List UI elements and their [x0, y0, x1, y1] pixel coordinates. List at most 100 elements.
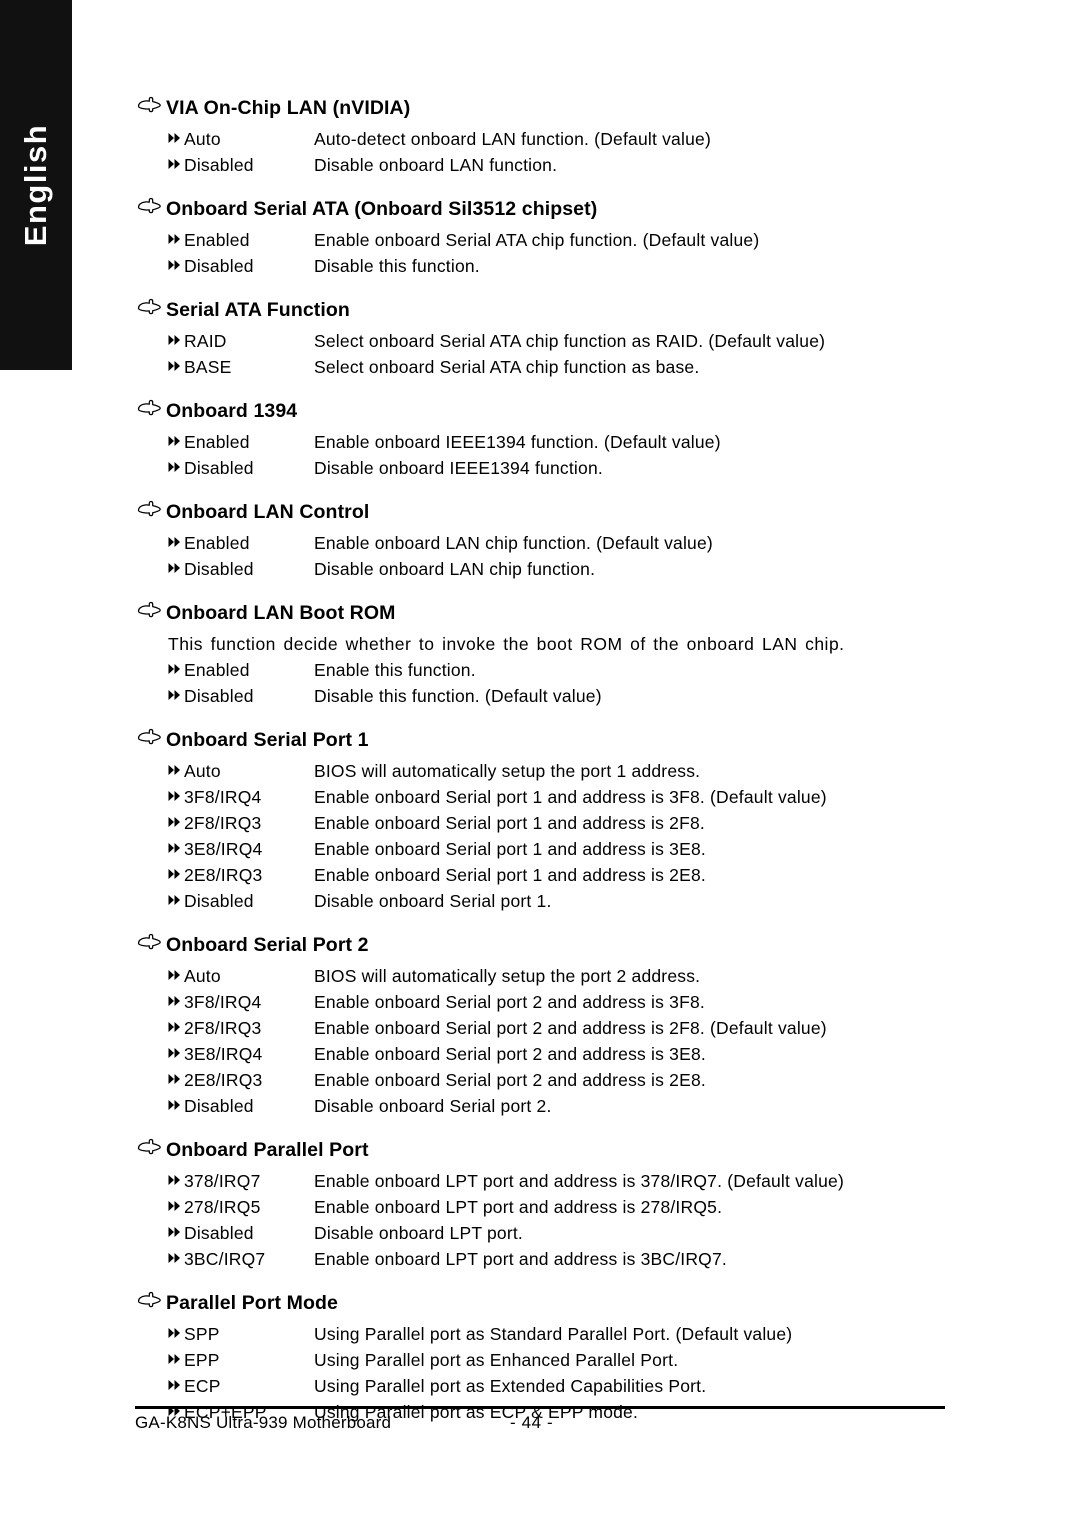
option-row: BASE Select onboard Serial ATA chip funct… — [0, 354, 1080, 380]
pointing-hand-icon — [136, 1290, 166, 1308]
double-triangle-icon — [168, 969, 184, 981]
pointing-hand-icon — [136, 196, 166, 214]
option-label: 378/IRQ7 — [184, 1171, 261, 1191]
option-row: Disabled Disable onboard LAN function. — [0, 152, 1080, 178]
option-label: 2E8/IRQ3 — [184, 865, 263, 885]
option-description: Enable onboard Serial port 2 and address… — [314, 992, 705, 1012]
section-heading: Serial ATA Function — [0, 298, 1080, 328]
option-description: Enable onboard IEEE1394 function. (Defau… — [314, 432, 721, 452]
document-body: VIA On-Chip LAN (nVIDIA) Auto Auto-detect … — [0, 0, 1080, 1444]
section-title: Serial ATA Function — [166, 299, 350, 321]
option-description: Using Parallel port as Enhanced Parallel… — [314, 1350, 679, 1370]
option-description: Enable onboard LPT port and address is 3… — [314, 1249, 727, 1269]
option-label: Disabled — [184, 1096, 254, 1116]
option-row: Disabled Disable onboard Serial port 1. — [0, 888, 1080, 914]
option-row: Enabled Enable onboard Serial ATA chip fu… — [0, 227, 1080, 253]
option-description: Select onboard Serial ATA chip function … — [314, 357, 700, 377]
section-heading: Onboard LAN Control — [0, 500, 1080, 530]
option-row: Enabled Enable onboard IEEE1394 function.… — [0, 429, 1080, 455]
option-row: Disabled Disable this function. — [0, 253, 1080, 279]
double-triangle-icon — [168, 894, 184, 906]
option-row: 3BC/IRQ7 Enable onboard LPT port and addr… — [0, 1246, 1080, 1272]
section-title: Onboard LAN Boot ROM — [166, 602, 396, 624]
double-triangle-icon — [168, 132, 184, 144]
option-row: Auto BIOS will automatically setup the po… — [0, 758, 1080, 784]
section-title: Onboard Serial Port 2 — [166, 934, 369, 956]
double-triangle-icon — [168, 868, 184, 880]
double-triangle-icon — [168, 259, 184, 271]
option-row: 3E8/IRQ4 Enable onboard Serial port 1 and… — [0, 836, 1080, 862]
section-title: Onboard Serial ATA (Onboard Sil3512 chip… — [166, 198, 598, 220]
footer-document-title: GA-K8NS Ultra-939 Motherboard — [135, 1413, 392, 1432]
settings-section: Serial ATA Function RAID Select onboard Se… — [0, 298, 1080, 380]
option-row: Enabled Enable onboard LAN chip function.… — [0, 530, 1080, 556]
option-description: Enable onboard LPT port and address is 3… — [314, 1171, 845, 1191]
pointing-hand-icon — [136, 932, 166, 950]
double-triangle-icon — [168, 1327, 184, 1339]
option-row: 2E8/IRQ3 Enable onboard Serial port 2 and… — [0, 1067, 1080, 1093]
footer-divider — [135, 1406, 945, 1409]
footer-row: GA-K8NS Ultra-939 Motherboard - 44 - — [135, 1413, 945, 1443]
double-triangle-icon — [168, 233, 184, 245]
double-triangle-icon — [168, 1073, 184, 1085]
option-description: Disable this function. — [314, 256, 480, 276]
double-triangle-icon — [168, 360, 184, 372]
double-triangle-icon — [168, 1047, 184, 1059]
option-label: 3E8/IRQ4 — [184, 839, 263, 859]
option-description: Disable onboard Serial port 1. — [314, 891, 552, 911]
pointing-hand-icon — [136, 499, 166, 517]
option-description: Disable onboard Serial port 2. — [314, 1096, 552, 1116]
option-label: Auto — [184, 966, 221, 986]
option-description: BIOS will automatically setup the port 1… — [314, 761, 701, 781]
double-triangle-icon — [168, 1379, 184, 1391]
double-triangle-icon — [168, 995, 184, 1007]
settings-section: Onboard Serial Port 2 Auto BIOS will autom… — [0, 933, 1080, 1119]
option-label: Auto — [184, 129, 221, 149]
section-heading: Onboard Serial ATA (Onboard Sil3512 chip… — [0, 197, 1080, 227]
section-heading: Onboard Serial Port 2 — [0, 933, 1080, 963]
double-triangle-icon — [168, 764, 184, 776]
double-triangle-icon — [168, 158, 184, 170]
section-title: Onboard LAN Control — [166, 501, 370, 523]
option-description: Using Parallel port as Extended Capabili… — [314, 1376, 707, 1396]
section-heading: Parallel Port Mode — [0, 1291, 1080, 1321]
double-triangle-icon — [168, 663, 184, 675]
option-row: 3E8/IRQ4 Enable onboard Serial port 2 and… — [0, 1041, 1080, 1067]
option-row: RAID Select onboard Serial ATA chip funct… — [0, 328, 1080, 354]
option-description: Disable onboard LPT port. — [314, 1223, 523, 1243]
option-description: Disable onboard LAN chip function. — [314, 559, 596, 579]
option-label: 2E8/IRQ3 — [184, 1070, 263, 1090]
option-row: Enabled Enable this function. — [0, 657, 1080, 683]
option-description: Enable onboard Serial port 2 and address… — [314, 1044, 706, 1064]
settings-section: Onboard 1394 Enabled Enable onboard IEEE13… — [0, 399, 1080, 481]
option-row: Auto Auto-detect onboard LAN function. (D… — [0, 126, 1080, 152]
option-label: SPP — [184, 1324, 220, 1344]
section-heading: Onboard 1394 — [0, 399, 1080, 429]
option-description: Enable onboard Serial port 2 and address… — [314, 1070, 706, 1090]
section-heading: VIA On-Chip LAN (nVIDIA) — [0, 96, 1080, 126]
option-row: Disabled Disable onboard LPT port. — [0, 1220, 1080, 1246]
option-description: Enable onboard LAN chip function. (Defau… — [314, 533, 713, 553]
option-row: 2F8/IRQ3 Enable onboard Serial port 2 and… — [0, 1015, 1080, 1041]
option-label: 2F8/IRQ3 — [184, 1018, 262, 1038]
settings-section: Onboard Serial ATA (Onboard Sil3512 chip… — [0, 197, 1080, 279]
option-description: Disable onboard IEEE1394 function. — [314, 458, 603, 478]
option-description: Select onboard Serial ATA chip function … — [314, 331, 826, 351]
option-label: ECP — [184, 1376, 221, 1396]
option-label: EPP — [184, 1350, 220, 1370]
option-label: Disabled — [184, 458, 254, 478]
section-title: Onboard 1394 — [166, 400, 298, 422]
option-label: 278/IRQ5 — [184, 1197, 261, 1217]
option-label: Disabled — [184, 891, 254, 911]
option-label: RAID — [184, 331, 227, 351]
double-triangle-icon — [168, 536, 184, 548]
option-row: 2E8/IRQ3 Enable onboard Serial port 1 and… — [0, 862, 1080, 888]
section-title: VIA On-Chip LAN (nVIDIA) — [166, 97, 411, 119]
pointing-hand-icon — [136, 95, 166, 113]
pointing-hand-icon — [136, 1137, 166, 1155]
option-description: Enable this function. — [314, 660, 476, 680]
option-row: 2F8/IRQ3 Enable onboard Serial port 1 and… — [0, 810, 1080, 836]
double-triangle-icon — [168, 790, 184, 802]
option-row: Disabled Disable onboard Serial port 2. — [0, 1093, 1080, 1119]
settings-section: Onboard Parallel Port 378/IRQ7 Enable onbo… — [0, 1138, 1080, 1272]
